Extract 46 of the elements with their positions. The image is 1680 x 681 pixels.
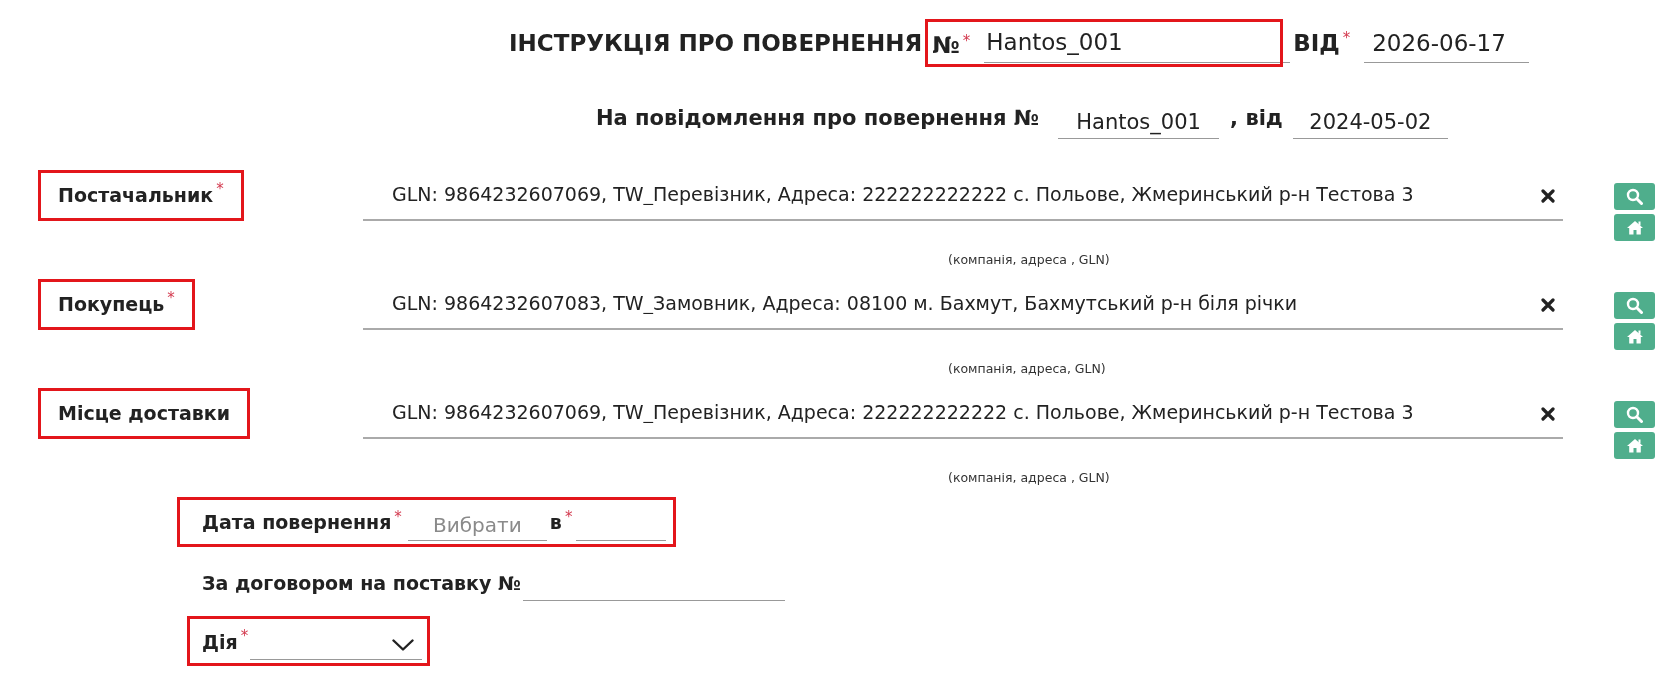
chevron-down-icon: [392, 638, 415, 651]
time-label: в: [549, 511, 562, 533]
date-label: ВІД: [1293, 29, 1340, 56]
home-icon: [1625, 328, 1644, 344]
home-button[interactable]: [1614, 322, 1655, 350]
required-mark: *: [1342, 29, 1351, 48]
home-button[interactable]: [1614, 431, 1655, 459]
home-icon: [1625, 219, 1644, 235]
search-button[interactable]: [1614, 182, 1655, 210]
clear-icon[interactable]: [1541, 297, 1555, 312]
notice-date-label: , від: [1230, 105, 1283, 132]
clear-icon[interactable]: [1541, 188, 1555, 203]
date-picker-field[interactable]: Вибрати: [407, 510, 547, 541]
action-label: Дія: [202, 630, 238, 653]
search-button[interactable]: [1614, 291, 1655, 319]
required-mark: *: [216, 180, 224, 199]
hint-text: (компанія, адреса , GLN): [948, 251, 1110, 270]
required-mark: *: [394, 507, 402, 526]
contract-label: За договором на поставку №: [202, 570, 521, 596]
notice-label: На повідомлення про повернення №: [596, 105, 1040, 132]
home-icon: [1625, 437, 1644, 453]
document-title: ІНСТРУКЦІЯ ПРО ПОВЕРНЕННЯ: [509, 28, 923, 58]
party-field[interactable]: GLN: 9864232607069, TW_Перевізник, Адреса: 222222222222 с. Польове, Жмеринський р-н Тестова 3: [363, 169, 1563, 221]
party-field[interactable]: GLN: 9864232607083, TW_Замовник, Адреса: 08100 м. Бахмут, Бахмутський р-н біля річки: [363, 278, 1563, 330]
search-icon: [1626, 405, 1643, 423]
hint-text: (компанія, адреса, GLN): [948, 360, 1106, 379]
date-field[interactable]: 2026-06-17: [1364, 23, 1530, 63]
field-label: Постачальник: [58, 183, 214, 206]
required-mark: *: [240, 627, 249, 645]
field-label: Покупець: [58, 292, 165, 315]
clear-icon[interactable]: [1541, 406, 1555, 421]
field-label: Місце доставки: [58, 401, 230, 424]
return-date-label: Дата повернення: [202, 511, 392, 533]
notice-date-field[interactable]: 2024-05-02: [1292, 108, 1448, 139]
search-icon: [1626, 187, 1643, 205]
required-mark: *: [564, 507, 573, 526]
search-button[interactable]: [1614, 400, 1655, 428]
hint-text: (компанія, адреса , GLN): [948, 469, 1110, 488]
search-icon: [1626, 296, 1643, 314]
notice-number-field[interactable]: Hantos_001: [1058, 108, 1220, 139]
number-field[interactable]: Hantos_001: [984, 22, 1291, 63]
party-field[interactable]: GLN: 9864232607069, TW_Перевізник, Адреса: 222222222222 с. Польове, Жмеринський р-н Тестова 3: [363, 387, 1563, 439]
number-label: №: [932, 32, 960, 58]
required-mark: *: [167, 289, 175, 308]
required-mark: *: [962, 31, 971, 50]
home-button[interactable]: [1614, 213, 1655, 241]
